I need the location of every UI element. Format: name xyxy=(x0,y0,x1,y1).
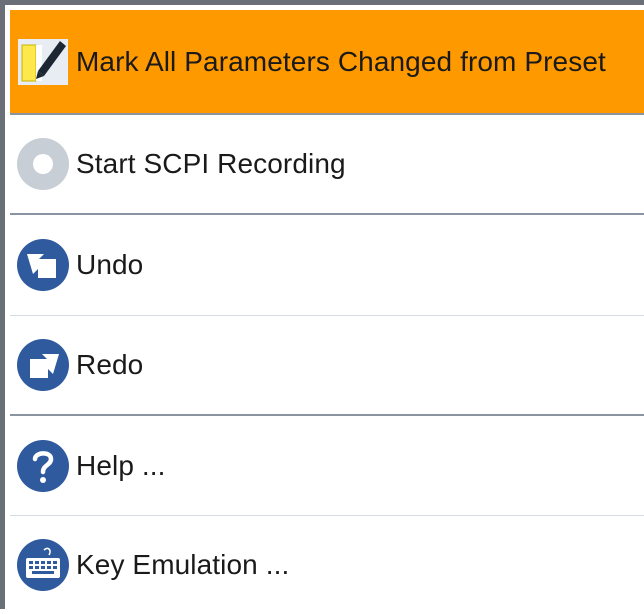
menu-item-scpi-recording[interactable]: Start SCPI Recording xyxy=(10,115,644,215)
menu-item-label: Redo xyxy=(76,349,144,380)
menu-item-key-emulation[interactable]: Key Emulation ... xyxy=(10,516,644,614)
help-icon xyxy=(16,439,70,493)
menu-item-label: Undo xyxy=(76,249,144,280)
menu-item-label: Key Emulation ... xyxy=(76,549,290,580)
undo-icon xyxy=(16,238,70,292)
menu-item-redo[interactable]: Redo xyxy=(10,316,644,416)
keyboard-icon xyxy=(16,538,70,592)
menu-item-help[interactable]: Help ... xyxy=(10,416,644,516)
redo-icon xyxy=(16,338,70,392)
menu-item-undo[interactable]: Undo xyxy=(10,215,644,316)
menu-item-mark-changed[interactable]: Mark All Parameters Changed from Preset xyxy=(10,10,644,115)
menu-item-label: Mark All Parameters Changed from Preset xyxy=(76,45,606,77)
menu-item-label: Start SCPI Recording xyxy=(76,148,346,179)
record-icon xyxy=(16,137,70,191)
pencil-mark-icon xyxy=(16,35,70,89)
menu-item-label: Help ... xyxy=(76,449,166,481)
context-menu: Mark All Parameters Changed from Preset … xyxy=(0,0,644,609)
